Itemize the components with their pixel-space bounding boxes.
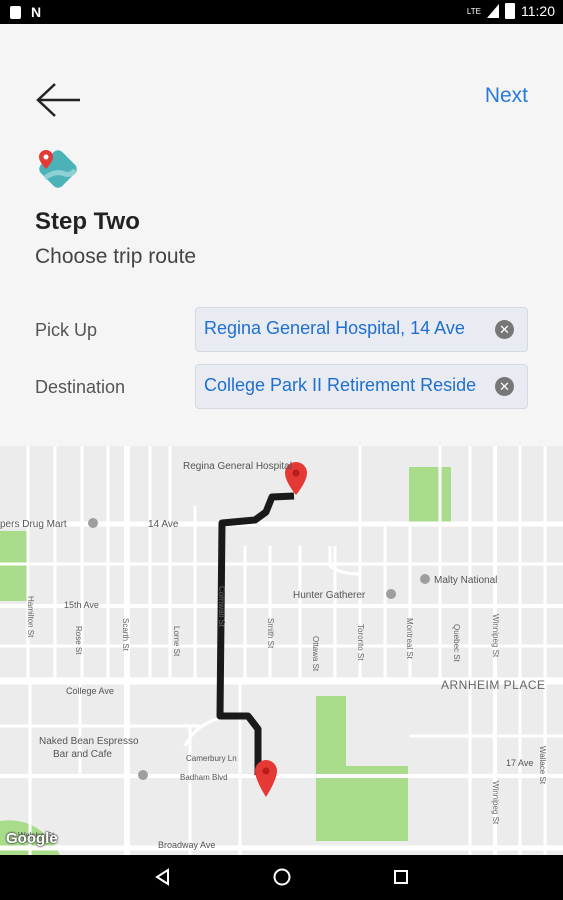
route-map[interactable]: Regina General Hospital pers Drug Mart 1… <box>0 446 563 855</box>
poi-malty-icon <box>420 574 430 584</box>
map-label-hospital: Regina General Hospital <box>183 461 292 472</box>
destination-input[interactable]: College Park II Retirement Residence <box>204 375 476 396</box>
clear-destination-icon[interactable]: ✕ <box>495 377 514 396</box>
map-pin-logo-icon <box>35 148 79 192</box>
back-triangle-icon <box>155 868 169 886</box>
network-type: LTE <box>466 6 481 16</box>
map-label-cornwall: Cornwall St <box>217 586 226 627</box>
map-label-winnipeg-2: Winnipeg St <box>491 781 500 825</box>
trip-header: Next Step Two Choose trip route Pick Up … <box>0 24 563 446</box>
signal-icon <box>487 4 499 18</box>
destination-field[interactable]: College Park II Retirement Residence ✕ <box>195 364 528 409</box>
map-label-scarth: Scarth St <box>121 618 130 651</box>
battery-icon <box>505 3 515 19</box>
map-label-14-ave: 14 Ave <box>148 519 179 530</box>
map-label-broadway: Broadway Ave <box>158 840 216 850</box>
recents-square-icon <box>394 870 408 884</box>
map-label-lorne: Lorne St <box>172 626 181 657</box>
home-circle-icon <box>273 868 291 886</box>
map-label-badham: Badham Blvd <box>180 773 228 782</box>
map-label-rose: Rose St <box>74 626 83 655</box>
map-label-hamilton: Hamilton St <box>26 596 35 638</box>
map-label-toronto: Toronto St <box>356 624 365 661</box>
park-area-left <box>0 531 28 601</box>
status-bar: N LTE 11:20 <box>0 0 563 24</box>
map-label-arnheim: ARNHEIM PLACE <box>441 678 546 692</box>
map-label-smith: Smith St <box>266 618 275 649</box>
android-nav-bar <box>0 855 563 900</box>
map-canvas[interactable] <box>0 446 563 855</box>
pickup-field[interactable]: Regina General Hospital, 14 Ave ✕ <box>195 307 528 352</box>
map-label-naked-bean-1: Naked Bean Espresso <box>39 736 139 747</box>
poi-naked-bean-icon <box>138 770 148 780</box>
pickup-input[interactable]: Regina General Hospital, 14 Ave <box>204 318 476 339</box>
map-label-drug-mart: pers Drug Mart <box>0 519 67 530</box>
pickup-label: Pick Up <box>35 320 98 340</box>
google-attribution: Google <box>6 830 58 847</box>
map-label-winnipeg: Winnipeg St <box>491 614 500 658</box>
park-area-top <box>409 467 451 522</box>
map-label-ottawa: Ottawa St <box>311 636 320 672</box>
map-label-quebec: Quebec St <box>452 624 461 662</box>
shopping-bag-icon <box>10 5 21 19</box>
step-subtitle: Choose trip route <box>35 245 197 268</box>
destination-label: Destination <box>35 377 126 397</box>
clear-pickup-icon[interactable]: ✕ <box>495 320 514 339</box>
map-label-montreal: Montreal St <box>405 618 414 659</box>
map-label-15th-ave: 15th Ave <box>64 600 99 610</box>
status-time: 11:20 <box>521 3 555 19</box>
arrow-left-icon <box>36 83 80 117</box>
map-label-wallace: Wallace St <box>538 746 547 784</box>
destination-marker-icon[interactable] <box>255 760 277 797</box>
map-label-camerbury: Camerbury Ln <box>186 754 237 763</box>
nav-recents-button[interactable] <box>391 867 411 887</box>
step-title: Step Two <box>35 208 140 235</box>
notification-n-icon: N <box>31 4 42 20</box>
map-label-naked-bean-2: Bar and Cafe <box>53 749 112 760</box>
map-label-hunter-gatherer: Hunter Gatherer <box>293 590 366 601</box>
park-area-college <box>316 696 408 841</box>
map-label-college-ave: College Ave <box>66 686 114 696</box>
route-line <box>216 492 295 775</box>
map-label-17-ave: 17 Ave <box>506 758 534 768</box>
map-label-malty-national: Malty National <box>434 575 498 586</box>
poi-hunter-gatherer-icon <box>386 589 396 599</box>
poi-drug-mart-icon <box>88 518 98 528</box>
back-button[interactable] <box>36 80 82 120</box>
next-button[interactable]: Next <box>485 84 528 108</box>
nav-home-button[interactable] <box>272 867 292 887</box>
nav-back-button[interactable] <box>153 867 173 887</box>
